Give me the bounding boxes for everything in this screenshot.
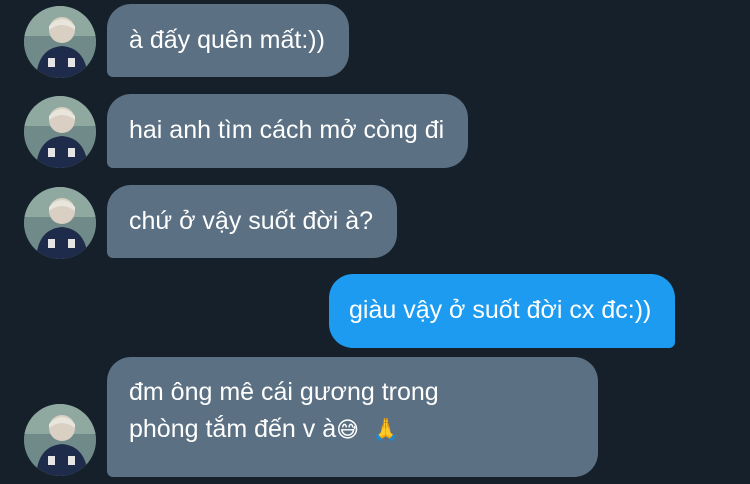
- message-bubble[interactable]: đm ông mê cái gương trong phòng tắm đến …: [107, 357, 598, 477]
- avatar[interactable]: [24, 187, 96, 259]
- grinning-sweat-emoji-icon: 😅: [336, 418, 360, 443]
- message-text: phòng tắm đến v à: [129, 415, 337, 443]
- avatar-photo-icon: [24, 6, 96, 78]
- avatar[interactable]: [24, 6, 96, 78]
- message-text-line: đm ông mê cái gương trong: [129, 378, 439, 406]
- avatar[interactable]: [24, 96, 96, 168]
- message-text: à đấy quên mất:)): [129, 26, 325, 54]
- avatar-photo-icon: [24, 96, 96, 168]
- message-text: chứ ở vậy suốt đời à?: [129, 207, 374, 235]
- message-bubble[interactable]: giàu vậy ở suốt đời cx đc:)): [329, 274, 676, 348]
- message-bubble[interactable]: chứ ở vậy suốt đời à?: [107, 185, 398, 258]
- message-bubble[interactable]: à đấy quên mất:)): [107, 4, 349, 77]
- message-text-line: phòng tắm đến v à😅 🙏: [129, 411, 574, 449]
- message-bubble[interactable]: hai anh tìm cách mở còng đi: [107, 94, 469, 168]
- message-text: hai anh tìm cách mở còng đi: [129, 116, 445, 144]
- avatar-photo-icon: [24, 404, 96, 476]
- avatar-photo-icon: [24, 187, 96, 259]
- chat-thread: à đấy quên mất:)) hai anh tìm cách mở cò…: [0, 0, 750, 484]
- folded-hands-emoji-icon: 🙏: [371, 418, 400, 443]
- avatar[interactable]: [24, 404, 96, 476]
- message-text: giàu vậy ở suốt đời cx đc:)): [349, 296, 652, 324]
